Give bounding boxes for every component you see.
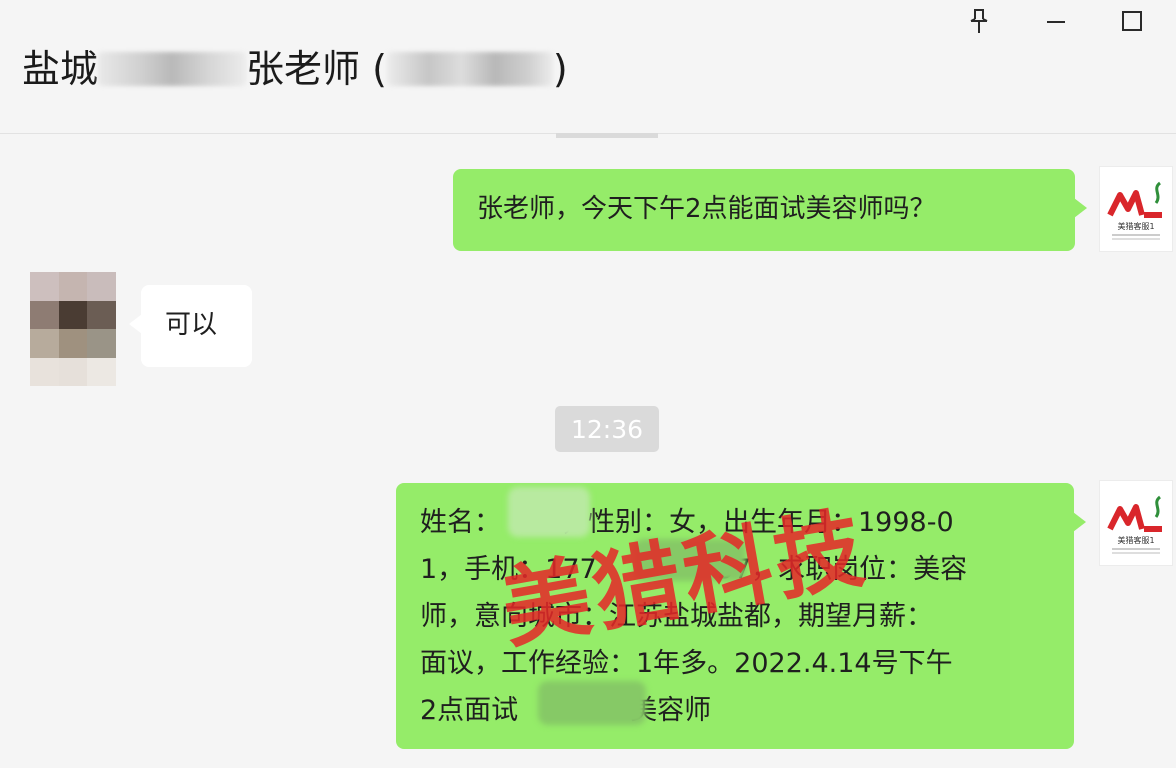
message-bubble-sent[interactable]: 张老师，今天下午2点能面试美容师吗？: [453, 169, 1087, 251]
redacted-phone: [634, 539, 746, 581]
message-bubble-received[interactable]: 可以: [129, 285, 252, 367]
chat-header: 盐城 张老师 (): [0, 0, 1176, 134]
ml-logo-icon: 美猎客服1: [1107, 181, 1162, 240]
time-stamp: 12:36: [555, 406, 659, 452]
bubble-tail: [1073, 512, 1086, 532]
message-bubble-sent[interactable]: 姓名： ，性别：女，出生年月：1998-0 1，手机：177 57，求职岗位：美容 …: [396, 483, 1086, 749]
maximize-icon[interactable]: [1114, 6, 1150, 36]
minimize-icon[interactable]: [1038, 6, 1074, 36]
redacted-name: [508, 487, 590, 537]
message-line: 2点面试 美容师: [420, 695, 712, 726]
pin-icon[interactable]: [961, 6, 997, 36]
bubble-tail: [129, 314, 142, 334]
redacted-name: [98, 51, 247, 86]
message-line: 师，意向城市：江苏盐城盐都，期望月薪：: [420, 601, 933, 632]
title-prefix: 盐城: [22, 47, 99, 91]
logo-caption: 美猎客服1: [1117, 221, 1154, 231]
message-line: 面议，工作经验：1年多。2022.4.14号下午: [420, 648, 953, 679]
bubble-tail: [1074, 198, 1087, 218]
logo-caption: 美猎客服1: [1117, 535, 1154, 545]
title-middle: 张老师 (: [246, 47, 387, 91]
message-text: 可以: [165, 310, 218, 340]
redacted-id: [386, 51, 553, 86]
contact-avatar[interactable]: [30, 272, 116, 386]
ml-logo-icon: 美猎客服1: [1107, 495, 1162, 554]
message-text: 张老师，今天下午2点能面试美容师吗？: [477, 194, 936, 224]
redacted-store: [538, 681, 646, 725]
chat-title: 盐城 张老师 (): [22, 38, 568, 93]
partial-time-pill: [556, 133, 658, 138]
self-avatar[interactable]: 美猎客服1: [1099, 480, 1173, 566]
chat-window: 盐城 张老师 () 张老师，今天下午2点能面试美容师吗？ 美猎客服1 可以 12…: [0, 0, 1176, 768]
title-suffix: ): [552, 47, 568, 91]
self-avatar[interactable]: 美猎客服1: [1099, 166, 1173, 252]
